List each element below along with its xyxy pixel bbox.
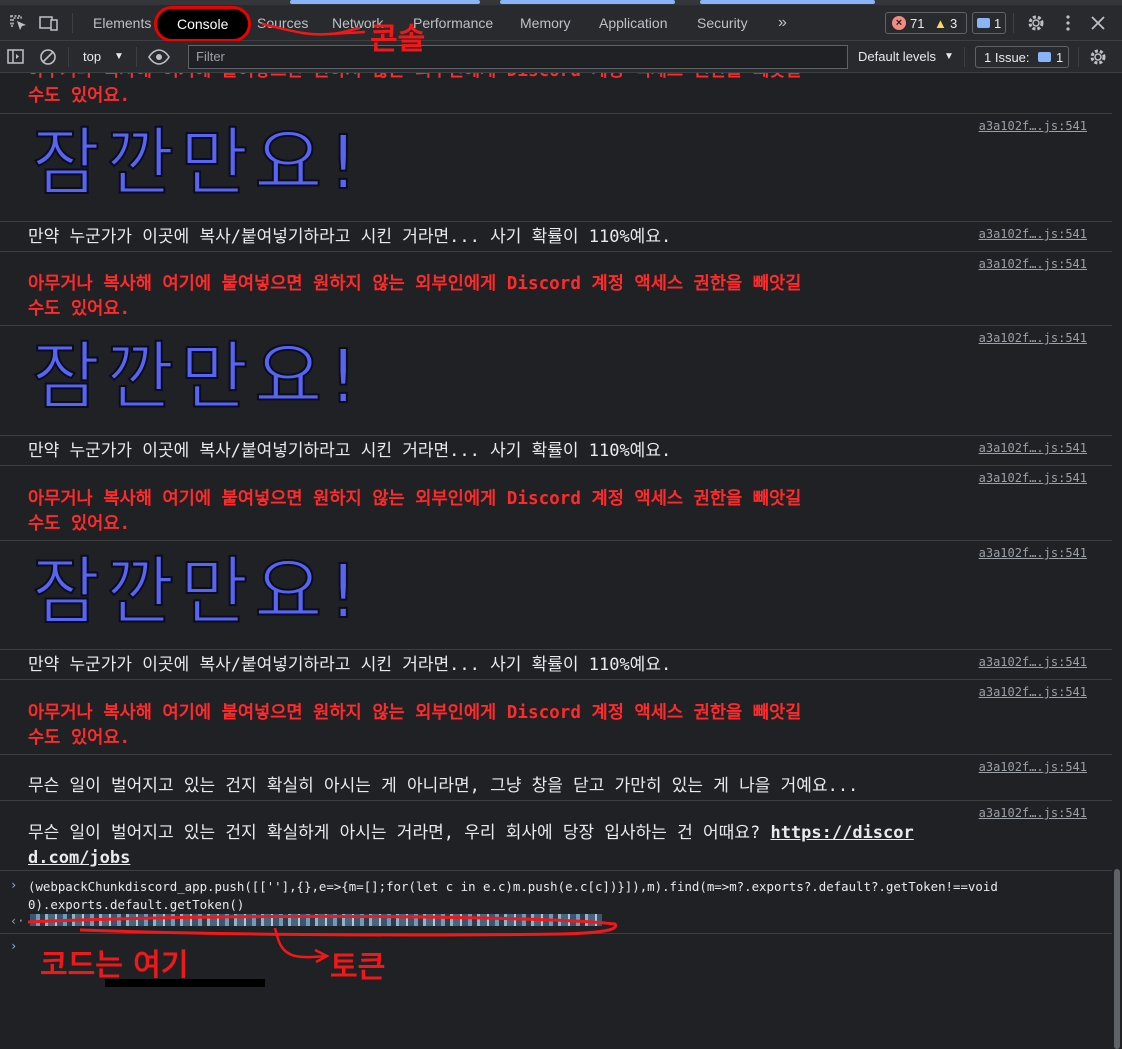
issues-label: 1 Issue: [984,50,1030,65]
console-message: a3a102f….js:541 잠깐만요! [0,114,1112,222]
issues-button[interactable]: 1 Issue: 1 [975,46,1069,68]
console-counts-badge[interactable]: × 71 ▲ 3 [885,12,967,34]
jobs-text-line: 무슨 일이 벌어지고 있는 건지 확실하게 아시는 거라면, 우리 회사에 당장… [28,821,1086,846]
warning-text: 아무거나 복사해 여기에 붙여넣으면 원하지 않는 외부인에게 Discord … [28,703,802,723]
console-messages: 아무거나 복사해 여기에 붙여넣으면 원하지 않는 외부인에게 Discord … [0,73,1112,987]
divider [0,933,1112,934]
sidebar-toggle-icon[interactable] [6,47,28,67]
console-message: a3a102f….js:541 무슨 일이 벌어지고 있는 건지 확실하게 아시… [0,801,1112,871]
more-tabs-chevron-icon[interactable]: » [778,5,787,41]
tab-sources[interactable]: Sources [257,5,308,41]
warning-text: 수도 있어요. [28,299,131,319]
source-link[interactable]: a3a102f….js:541 [979,331,1087,345]
source-link[interactable]: a3a102f….js:541 [979,119,1087,133]
warning-text: 아무거나 복사해 여기에 붙여넣으면 원하지 않는 외부인에게 Discord … [28,274,802,294]
console-message: a3a102f….js:541 아무거나 복사해 여기에 붙여넣으면 원하지 않… [0,252,1112,326]
console-message: 아무거나 복사해 여기에 붙여넣으면 원하지 않는 외부인에게 Discord … [0,73,1112,114]
console-toolbar: top ▼ Filter Default levels ▼ 1 Issue: 1 [0,41,1122,73]
console-message: a3a102f….js:541 만약 누군가가 이곳에 복사/붙여넣기하라고 시… [0,222,1112,252]
top-strip-segment [500,0,675,4]
scrollbar-thumb[interactable] [1114,869,1120,1049]
tab-application[interactable]: Application [599,5,668,41]
source-link[interactable]: a3a102f….js:541 [979,806,1087,820]
source-link[interactable]: a3a102f….js:541 [979,546,1087,560]
issues-count: 1 [1056,50,1064,65]
source-link[interactable]: a3a102f….js:541 [979,257,1087,271]
divider [1078,47,1079,67]
context-selector[interactable]: top [83,41,101,73]
top-strip-segment [700,0,875,4]
close-icon[interactable] [1088,13,1110,33]
console-message: a3a102f….js:541 아무거나 복사해 여기에 붙여넣으면 원하지 않… [0,466,1112,541]
source-link[interactable]: a3a102f….js:541 [979,760,1087,774]
result-arrow-icon: ‹· [10,914,25,928]
divider [136,47,137,67]
warning-text: 수도 있어요. [28,86,131,106]
divider [72,13,73,33]
warning-text: 아무거나 복사해 여기에 붙여넣으면 원하지 않는 외부인에게 Discord … [28,489,802,509]
divider [964,47,965,67]
console-message: a3a102f….js:541 잠깐만요! [0,541,1112,650]
scam-warning-text: 만약 누군가가 이곳에 복사/붙여넣기하라고 시킨 거라면... 사기 확률이 … [28,227,672,247]
filter-input[interactable]: Filter [188,45,848,69]
warning-text: 수도 있어요. [28,728,131,748]
source-link[interactable]: a3a102f….js:541 [979,471,1087,485]
tab-console[interactable]: Console [154,6,252,42]
scam-warning-text: 만약 누군가가 이곳에 복사/붙여넣기하라고 시킨 거라면... 사기 확률이 … [28,441,672,461]
console-message: a3a102f….js:541 만약 누군가가 이곳에 복사/붙여넣기하라고 시… [0,436,1112,466]
messages-count: 1 [994,16,1002,31]
source-link[interactable]: a3a102f….js:541 [979,685,1087,699]
divider [68,47,69,67]
jobs-text: 무슨 일이 벌어지고 있는 건지 확실하게 아시는 거라면, 우리 회사에 당장… [28,823,761,843]
chevron-down-icon[interactable]: ▼ [944,41,954,73]
clear-console-icon[interactable] [38,47,60,67]
executed-command: (webpackChunkdiscord_app.push([[''],{},e… [28,878,1088,914]
warning-text: 수도 있어요. [28,514,131,534]
error-icon: × [892,16,906,30]
settings-gear-icon[interactable] [1026,13,1048,33]
code-annotation: 코드는 여기 [40,948,189,983]
jobs-link-continued[interactable]: d.com/jobs [28,848,130,868]
warning-icon: ▲ [934,16,947,31]
message-icon [1038,52,1051,62]
warning-count: 3 [950,16,958,31]
input-prompt-chevron-icon: › [10,939,18,953]
console-message: a3a102f….js:541 무슨 일이 벌어지고 있는 건지 확실히 아시는… [0,755,1112,801]
console-message: a3a102f….js:541 잠깐만요! [0,326,1112,436]
input-prompt-chevron-icon: › [10,878,18,892]
big-warning-text: 잠깐만요! [31,548,364,636]
warning-text: 아무거나 복사해 여기에 붙여넣으면 원하지 않는 외부인에게 Discord … [28,73,1078,84]
advice-text: 무슨 일이 벌어지고 있는 건지 확실히 아시는 게 아니라면, 그냥 창을 닫… [28,776,859,796]
inspect-element-icon[interactable] [8,13,30,33]
token-annotation: 토큰 [330,950,386,985]
console-annotation: 콘솔 [370,22,426,57]
tab-security[interactable]: Security [697,5,748,41]
top-strip-segment [290,0,480,4]
redacted-token-result [30,914,602,926]
error-count: 71 [910,16,925,31]
more-options-icon[interactable] [1058,13,1080,33]
console-scrollbar[interactable] [1112,73,1122,1049]
message-icon [977,18,990,28]
devtools-tab-bar: Elements Console Sources Network Perform… [0,5,1122,42]
console-message: a3a102f….js:541 아무거나 복사해 여기에 붙여넣으면 원하지 않… [0,680,1112,755]
divider [1013,13,1014,33]
device-toolbar-icon[interactable] [38,13,60,33]
big-warning-text: 잠깐만요! [31,333,364,421]
command-line-1: (webpackChunkdiscord_app.push([[''],{},e… [28,879,998,894]
jobs-link-line: d.com/jobs [28,846,1086,871]
console-message: a3a102f….js:541 만약 누군가가 이곳에 복사/붙여넣기하라고 시… [0,650,1112,680]
console-settings-gear-icon[interactable] [1088,47,1110,67]
tab-elements[interactable]: Elements [93,5,151,41]
big-warning-text: 잠깐만요! [31,119,364,207]
scam-warning-text: 만약 누군가가 이곳에 복사/붙여넣기하라고 시킨 거라면... 사기 확률이 … [28,655,672,675]
chevron-down-icon[interactable]: ▼ [114,41,124,73]
messages-badge[interactable]: 1 [972,12,1006,34]
jobs-link[interactable]: https://discor [770,823,913,843]
command-line-2: 0).exports.default.getToken() [28,897,245,912]
live-expression-eye-icon[interactable] [147,47,170,67]
tab-memory[interactable]: Memory [520,5,571,41]
default-levels-dropdown[interactable]: Default levels [858,41,936,73]
